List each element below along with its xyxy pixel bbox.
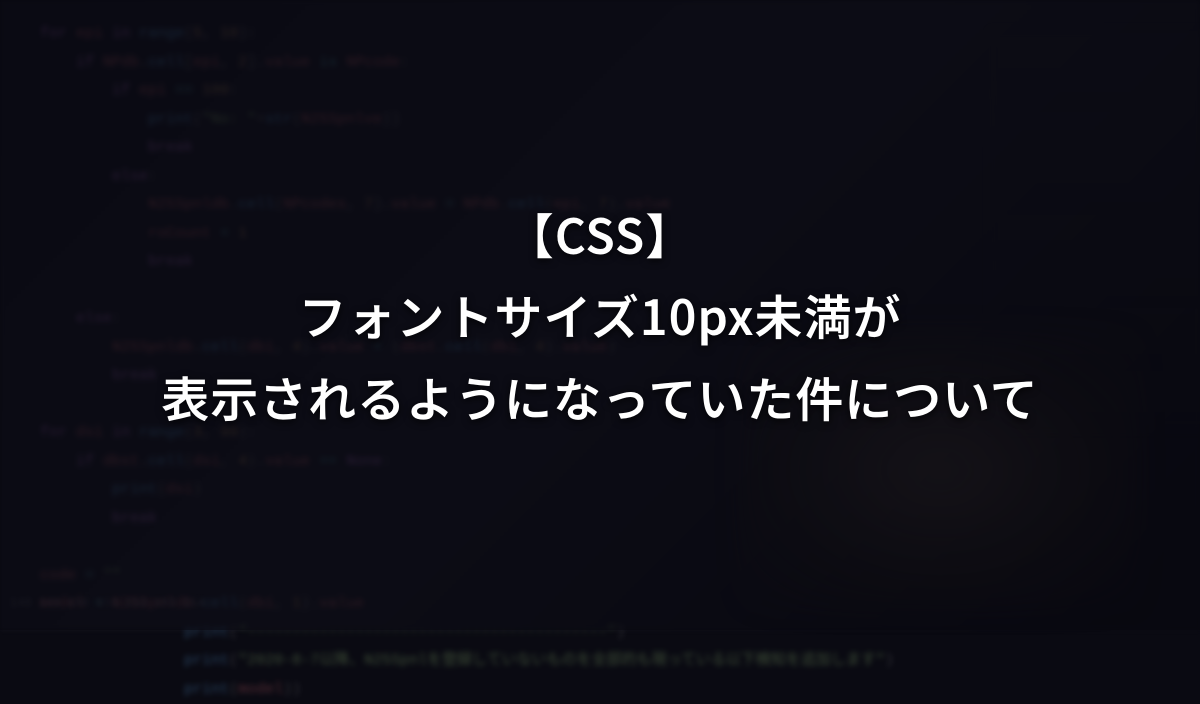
title-container: 【CSS】 フォントサイズ10px未満が 表示されるようになっていた件について (0, 0, 1200, 630)
title-line-1: 【CSS】 (506, 193, 694, 275)
title-line-3: 表示されるようになっていた件について (161, 356, 1038, 438)
title-line-2: フォントサイズ10px未満が (299, 274, 902, 356)
